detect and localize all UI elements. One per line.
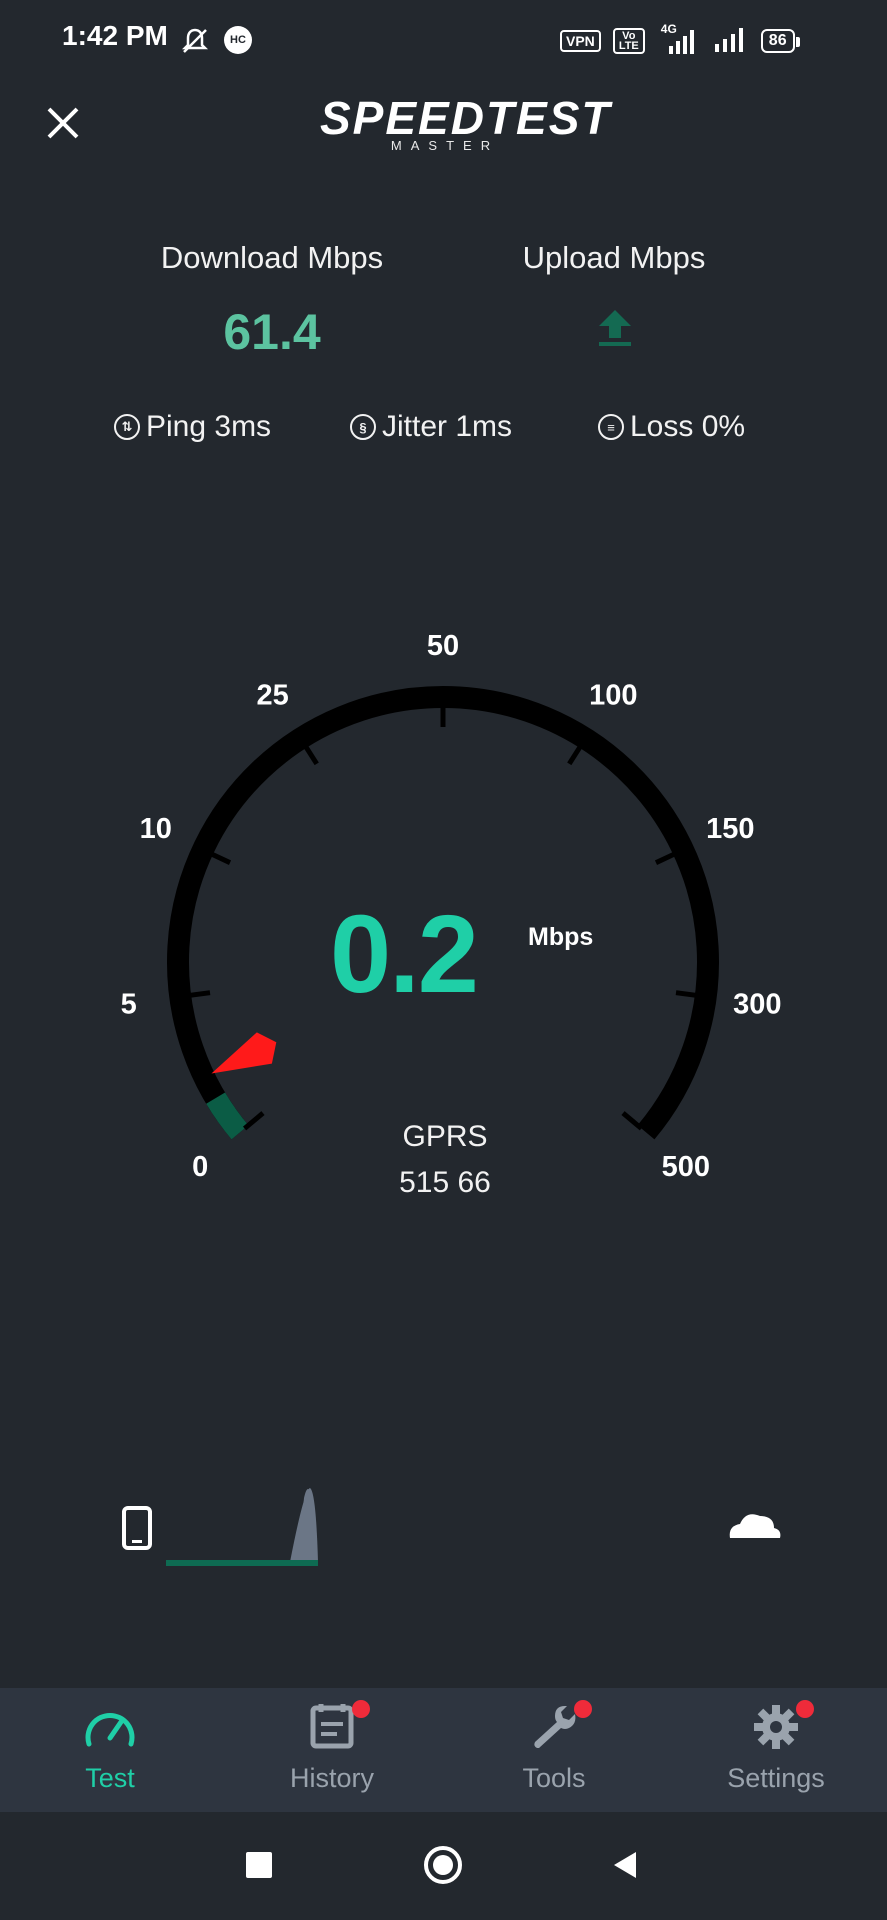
ping-stat: ⇅ Ping 3ms [114,410,271,444]
logo-main: SPEEDTEST [320,92,612,144]
gauge-progress [206,1092,249,1140]
close-icon [47,107,79,139]
gauge-scale-label: 500 [662,1151,710,1183]
current-speed: 0.2 [330,893,479,1016]
mute-bell-icon [180,26,210,61]
status-icons: VPN Vo LTE 4G 86 [560,22,800,59]
status-time: 1:42 PM [62,20,168,51]
gauge-scale-label: 50 [427,630,459,662]
settings-badge [796,1700,814,1718]
loss-text: Loss 0% [630,410,746,443]
nav-history[interactable]: History [242,1700,422,1808]
network-detail: 515 66 [399,1166,491,1199]
jitter-stat: § Jitter 1ms [350,410,512,444]
gauge-tick [207,850,232,865]
app-logo: SPEEDTEST MASTER [320,92,612,153]
signal-icon [713,24,749,59]
cloud-icon [729,1514,781,1538]
gauge-tick [301,742,319,766]
history-badge [352,1700,370,1718]
nav-test-label: Test [85,1763,135,1793]
download-label: Download Mbps [160,240,384,275]
signal-4g-icon: 4G [657,22,701,56]
nav-tools-label: Tools [522,1763,586,1793]
tools-badge [574,1700,592,1718]
gauge-scale-label: 300 [733,988,781,1020]
volte-badge: Vo LTE [612,28,645,54]
upload-arrow-icon [595,306,635,350]
gauge-scale-label: 100 [589,680,637,712]
gauge-tick [567,742,585,766]
ping-icon: ⇅ [114,414,140,440]
nav-history-label: History [289,1763,374,1793]
jitter-icon: § [350,414,376,440]
gauge-tick [242,1111,265,1131]
throughput-graph [110,1480,800,1580]
gauge-scale-label: 0 [192,1151,208,1183]
gauge-tick [675,990,701,999]
gauge-scale-label: 150 [706,813,754,845]
nav-test[interactable]: Test [20,1700,200,1808]
gauge-scale-label: 25 [257,680,289,712]
gauge-scale-label: 10 [140,813,172,845]
speedometer-icon [85,1712,135,1747]
network-type: GPRS [402,1120,488,1153]
nav-tools[interactable]: Tools [464,1700,644,1808]
nav-settings[interactable]: Settings [686,1700,866,1808]
upload-label: Upload Mbps [522,240,706,275]
back-button[interactable] [610,1850,640,1880]
home-button[interactable] [423,1845,463,1885]
recent-apps-button[interactable] [246,1852,272,1878]
hc-icon: HC [224,26,252,54]
gauge-needle [211,1032,277,1074]
loss-icon: ≡ [598,414,624,440]
gauge-tick [621,1111,644,1131]
gauge-tick [654,850,679,865]
close-button[interactable] [36,96,90,150]
phone-icon [122,1506,152,1550]
battery-indicator: 86 [760,29,800,53]
download-value: 61.4 [223,304,321,360]
speed-unit: Mbps [528,923,594,951]
loss-stat: ≡ Loss 0% [598,410,745,444]
vpn-badge: VPN [560,30,601,52]
gauge-tick [185,990,211,999]
gauge-scale-label: 5 [121,988,137,1020]
nav-settings-label: Settings [727,1763,825,1793]
jitter-text: Jitter 1ms [382,410,513,443]
ping-text: Ping 3ms [146,410,272,443]
